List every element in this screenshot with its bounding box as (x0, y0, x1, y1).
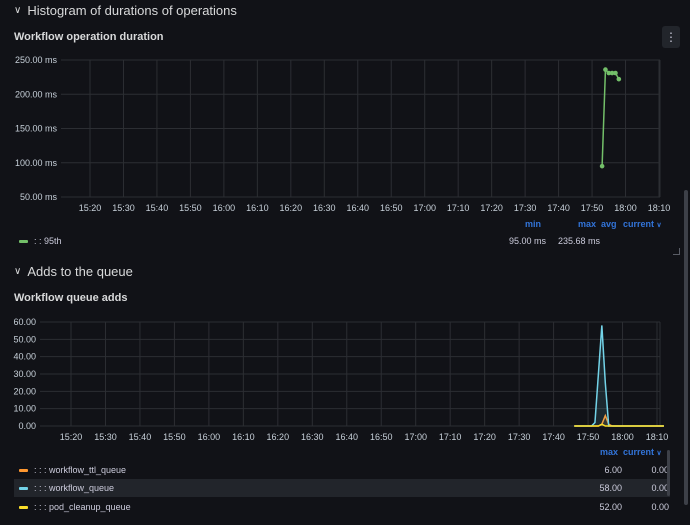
x-tick-label: 16:30 (313, 203, 336, 213)
row-header-queue-adds[interactable]: ∨ Adds to the queue (14, 264, 133, 279)
x-tick-label: 17:40 (542, 432, 565, 442)
x-tick-label: 17:30 (508, 432, 531, 442)
x-tick-label: 16:10 (232, 432, 255, 442)
x-tick-label: 17:50 (581, 203, 604, 213)
y-tick-label: 200.00 ms (15, 89, 58, 99)
data-point (603, 67, 608, 72)
x-tick-label: 16:40 (346, 203, 369, 213)
more-vertical-icon: ⋮ (665, 30, 677, 44)
x-tick-label: 15:50 (179, 203, 202, 213)
x-tick-label: 17:20 (473, 432, 496, 442)
panel-title-operation-duration: Workflow operation duration (14, 31, 164, 43)
row-title: Histogram of durations of operations (27, 3, 237, 18)
sort-chevron-icon: ∨ (656, 450, 662, 457)
legend-header-current[interactable]: current ∨ (623, 447, 662, 457)
legend-item-label: : : : workflow_ttl_queue (34, 465, 127, 475)
y-tick-label: 100.00 ms (15, 158, 58, 168)
series-color-swatch (19, 486, 28, 490)
x-tick-label: 16:40 (335, 432, 358, 442)
x-tick-label: 15:40 (146, 203, 169, 213)
legend-header-avg[interactable]: avg (601, 219, 617, 229)
legend-value-max: 52.00 (599, 502, 622, 512)
y-tick-label: 60.00 (13, 317, 36, 327)
legend-header-max[interactable]: max (578, 219, 596, 229)
legend-value-max: 6.00 (604, 465, 622, 475)
scrollbar[interactable] (684, 190, 688, 505)
x-tick-label: 17:30 (514, 203, 537, 213)
y-tick-label: 30.00 (13, 369, 36, 379)
legend-value-current: 0.00 (651, 465, 669, 475)
row-title: Adds to the queue (27, 264, 133, 279)
series-color-swatch (19, 468, 28, 472)
legend-scrollbar[interactable] (667, 450, 670, 496)
x-tick-label: 16:20 (280, 203, 303, 213)
legend-value-min: 95.00 ms (508, 236, 546, 246)
legend-header-min[interactable]: min (525, 219, 541, 229)
legend-value-current: 0.00 (651, 502, 669, 512)
legend-header-current[interactable]: current ∨ (623, 219, 662, 229)
chart-operation-duration[interactable]: 250.00 ms 200.00 ms 150.00 ms 100.00 ms 50.0… (0, 48, 690, 218)
legend-item-label: : : : pod_cleanup_queue (34, 502, 131, 512)
data-point (616, 76, 622, 82)
legend-header-max[interactable]: max (600, 447, 618, 457)
x-tick-label: 17:10 (439, 432, 462, 442)
x-tick-label: 15:50 (163, 432, 186, 442)
x-tick-label: 18:10 (646, 432, 669, 442)
x-tick-label: 17:10 (447, 203, 470, 213)
x-tick-label: 16:50 (370, 432, 393, 442)
x-tick-label: 17:20 (480, 203, 503, 213)
legend-value-max: 235.68 ms (557, 236, 600, 246)
panel-title-queue-adds: Workflow queue adds (14, 292, 128, 304)
x-tick-label: 16:00 (198, 432, 221, 442)
legend-value-max: 58.00 (599, 483, 622, 493)
series-line (601, 67, 620, 167)
y-tick-label: 50.00 (13, 334, 36, 344)
y-tick-label: 0.00 (18, 421, 36, 431)
x-tick-label: 16:10 (246, 203, 269, 213)
x-tick-label: 16:50 (380, 203, 403, 213)
x-tick-label: 18:10 (648, 203, 671, 213)
x-tick-label: 18:00 (611, 432, 634, 442)
legend-value-current: 0.00 (651, 483, 669, 493)
legend-header-current-label: current (623, 219, 655, 229)
data-point (599, 163, 605, 169)
y-tick-label: 20.00 (13, 386, 36, 396)
data-point (613, 70, 618, 76)
x-tick-label: 16:20 (267, 432, 290, 442)
series-color-swatch (19, 505, 28, 509)
panel-menu-button[interactable]: ⋮ (662, 26, 680, 48)
row-header-histogram[interactable]: ∨ Histogram of durations of operations (14, 3, 237, 18)
x-tick-label: 18:00 (614, 203, 637, 213)
x-tick-label: 17:00 (413, 203, 436, 213)
series-color-swatch (19, 239, 28, 243)
y-tick-label: 250.00 ms (15, 55, 58, 65)
x-tick-label: 15:30 (94, 432, 117, 442)
legend-item-label: : : : workflow_queue (34, 483, 115, 493)
chevron-down-icon: ∨ (14, 5, 22, 16)
x-tick-label: 15:20 (60, 432, 83, 442)
x-tick-label: 17:40 (547, 203, 570, 213)
sort-chevron-icon: ∨ (656, 222, 662, 229)
y-tick-label: 150.00 ms (15, 124, 58, 134)
x-tick-label: 17:50 (577, 432, 600, 442)
x-tick-label: 16:30 (301, 432, 324, 442)
y-tick-label: 50.00 ms (20, 192, 58, 202)
x-tick-label: 15:40 (129, 432, 152, 442)
x-tick-label: 15:20 (79, 203, 102, 213)
panel-resize-handle[interactable] (673, 248, 680, 255)
x-tick-label: 16:00 (213, 203, 236, 213)
x-tick-label: 15:30 (112, 203, 135, 213)
y-tick-label: 10.00 (13, 404, 36, 414)
chart-queue-adds[interactable]: 60.00 50.00 40.00 30.00 20.00 10.00 0.00 15:20 1… (0, 310, 690, 445)
y-tick-label: 40.00 (13, 352, 36, 362)
x-tick-label: 17:00 (404, 432, 427, 442)
legend-item-label: : : 95th (34, 236, 62, 246)
legend-header-current-label: current (623, 447, 655, 457)
chevron-down-icon: ∨ (14, 266, 22, 277)
